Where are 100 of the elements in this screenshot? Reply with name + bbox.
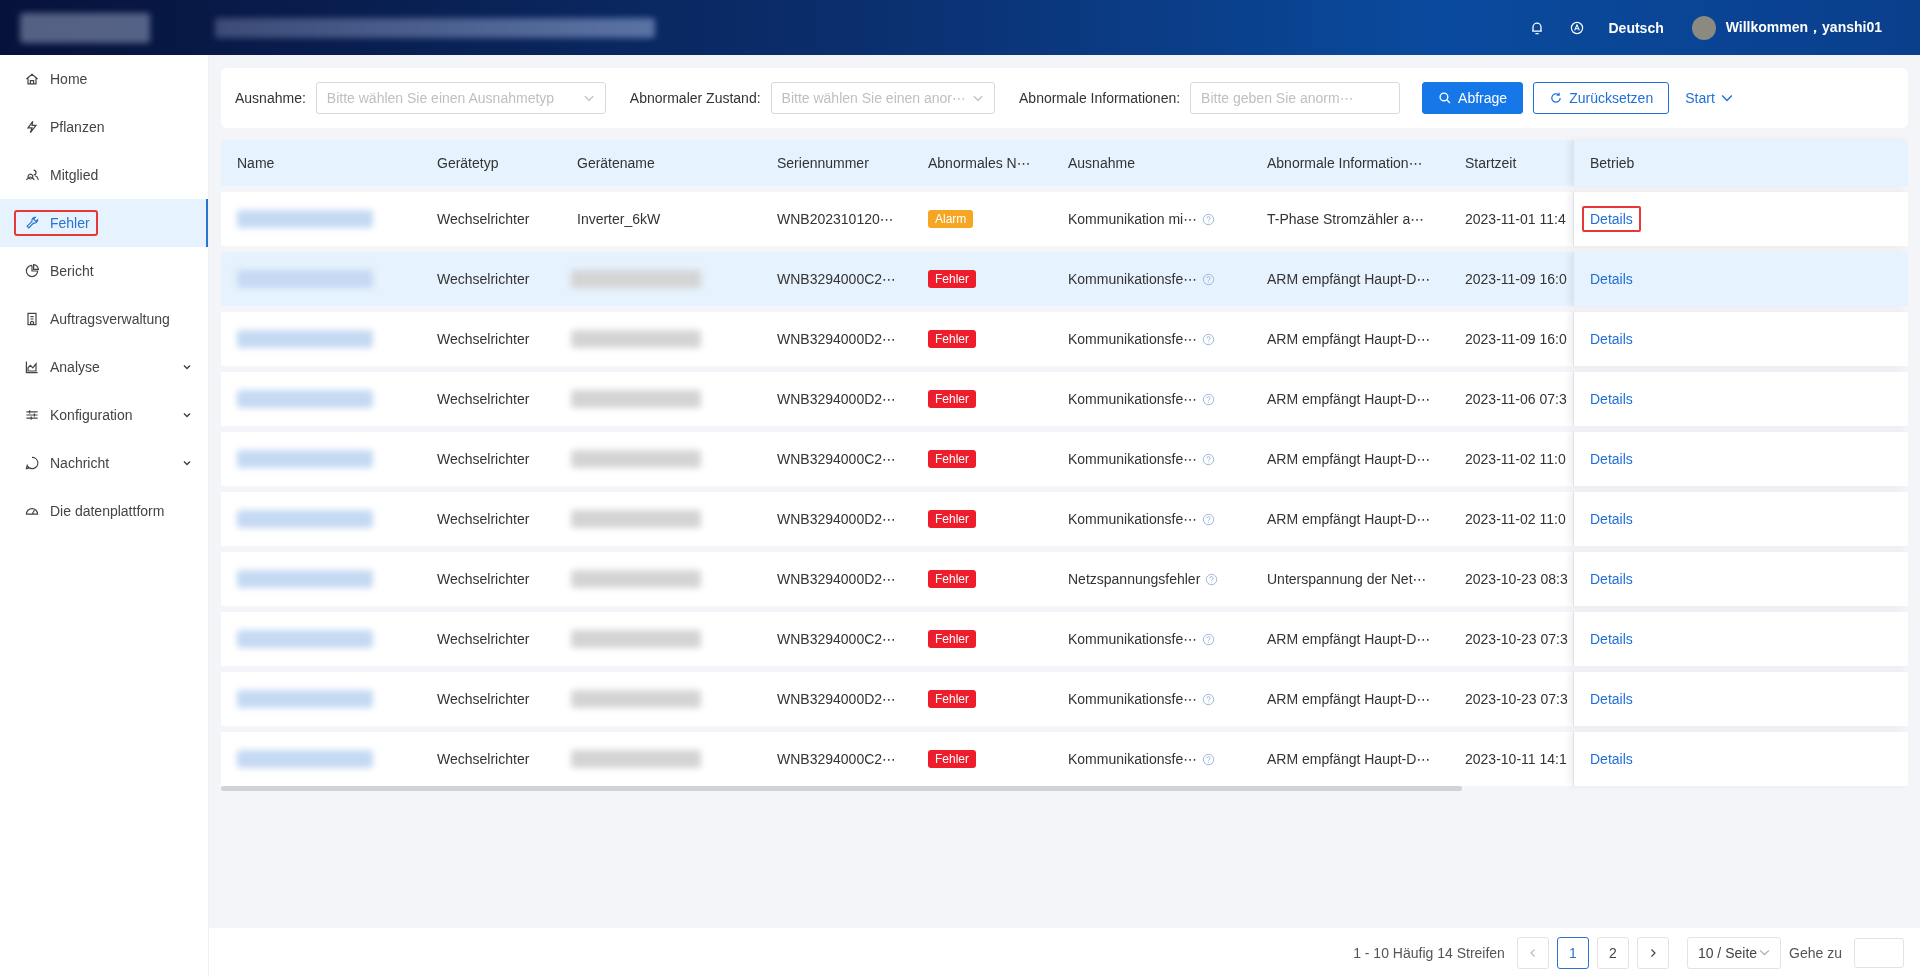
details-link[interactable]: Details [1582,566,1641,592]
reset-button[interactable]: Zurücksetzen [1533,82,1670,114]
help-icon[interactable] [1205,572,1219,586]
sidebar-item[interactable]: Die datenplattform [0,487,208,535]
sidebar-item[interactable]: Bericht [0,247,208,295]
page-button[interactable]: 2 [1596,936,1629,969]
table-cell: Kommunikationsfe⋯ [1068,751,1198,767]
help-icon[interactable] [1202,392,1216,406]
previous-page-button[interactable] [1516,936,1549,969]
status-tag: Fehler [928,750,976,768]
search-icon [1438,91,1453,105]
filter-label: Abnormale Informationen: [1019,90,1181,106]
details-link[interactable]: Details [1582,446,1641,472]
pagination-summary: 1 - 10 Häufig 14 Streifen [1353,944,1505,961]
table-cell-text: ARM empfängt Haupt-D⋯ [1266,331,1432,347]
help-icon[interactable] [1202,632,1216,646]
status-tag: Fehler [928,270,976,288]
help-icon[interactable] [1202,752,1216,766]
table-cell-text: T-Phase Stromzähler a⋯ [1266,211,1426,227]
sidebar-item[interactable]: Home [0,55,208,103]
reload-icon [1549,91,1564,105]
table-cell-text: Unterspannung der Net⋯ [1266,571,1428,587]
table-cell-text: 2023-11-09 16:0 [1464,331,1568,347]
table-cell-text: ARM empfängt Haupt-D⋯ [1266,631,1432,647]
avatar[interactable] [1691,15,1716,40]
input-field[interactable]: Bitte geben Sie anorm⋯ [1190,82,1401,114]
details-link[interactable]: Details [1582,626,1641,652]
sidebar-item[interactable]: Auftragsverwaltung [0,295,208,343]
table-cell-text: Wechselrichter [436,751,531,767]
goto-page-field[interactable] [1854,937,1904,968]
menu-label: Home [14,66,96,92]
menu-label: Fehler [14,210,98,236]
help-icon[interactable] [1202,272,1216,286]
status-tag: Fehler [928,570,976,588]
help-icon[interactable] [1202,512,1216,526]
status-tag: Fehler [928,630,976,648]
welcome-text: Willkommen，yanshi01 [1725,18,1882,37]
sidebar-item[interactable]: Fehler [0,199,208,247]
table-row[interactable]: Wechselrichter WNB3294000D2⋯ Fehler Kommunikationsfe⋯ ARM empfängt Haupt-D⋯ 2023-11-06 07:3 Details [221,372,1908,426]
help-icon[interactable] [1202,692,1216,706]
sidebar-item[interactable]: Nachricht [0,439,208,487]
table-row[interactable]: Wechselrichter Inverter_6kW WNB202310120⋯ Alarm Kommunikation mi⋯ T-Phase Stromzähler a⋯ 2023-11-01 11:4 Details [221,192,1908,246]
horizontal-scrollbar[interactable] [221,786,1462,791]
table-row[interactable]: Wechselrichter WNB3294000C2⋯ Fehler Kommunikationsfe⋯ ARM empfängt Haupt-D⋯ 2023-11-09 16:0 Details [221,252,1908,306]
page-size-select[interactable]: 10 / Seite [1686,936,1782,969]
details-link[interactable]: Details [1582,266,1641,292]
table-cell: Kommunikationsfe⋯ [1068,631,1198,647]
column-header: Betrieb [1573,140,1908,186]
sidebar-item[interactable]: Konfiguration [0,391,208,439]
details-link[interactable]: Details [1582,506,1641,532]
sidebar-item[interactable]: Pflanzen [0,103,208,151]
table-cell-text: 2023-10-11 14:1 [1464,751,1568,767]
details-link[interactable]: Details [1582,386,1641,412]
table-row[interactable]: Wechselrichter WNB3294000D2⋯ Fehler Kommunikationsfe⋯ ARM empfängt Haupt-D⋯ 2023-11-09 16:0 Details [221,312,1908,366]
table-cell-text: 2023-11-06 07:3 [1464,391,1568,407]
menu-label: Mitglied [14,162,107,188]
table-cell: Kommunikation mi⋯ [1068,211,1198,227]
table-cell-text: Wechselrichter [436,451,531,467]
table-cell: Kommunikationsfe⋯ [1068,511,1198,527]
table-cell-text: Wechselrichter [436,631,531,647]
table-cell-text: WNB3294000D2⋯ [776,571,898,587]
menu-icon [24,263,40,279]
column-header: Gerätetyp [436,155,500,171]
language-label[interactable]: Deutsch [1608,19,1664,36]
expand-link[interactable]: Start [1679,82,1739,114]
help-icon[interactable] [1202,452,1216,466]
table-row[interactable]: Wechselrichter WNB3294000C2⋯ Fehler Kommunikationsfe⋯ ARM empfängt Haupt-D⋯ 2023-10-23 07:3 Details [221,612,1908,666]
table-cell-text: ARM empfängt Haupt-D⋯ [1266,451,1432,467]
column-header: Startzeit [1464,155,1518,171]
help-icon[interactable] [1202,212,1216,226]
details-link[interactable]: Details [1582,326,1641,352]
sidebar-item[interactable]: Mitglied [0,151,208,199]
menu-label: Analyse [14,354,108,380]
table-row[interactable]: Wechselrichter WNB3294000C2⋯ Fehler Kommunikationsfe⋯ ARM empfängt Haupt-D⋯ 2023-11-02 11:0 Details [221,432,1908,486]
table-cell-text: WNB202310120⋯ [776,211,895,227]
filter-label: Ausnahme: [235,90,306,106]
table-cell-text: ARM empfängt Haupt-D⋯ [1266,691,1432,707]
table-row[interactable]: Wechselrichter WNB3294000D2⋯ Fehler Kommunikationsfe⋯ ARM empfängt Haupt-D⋯ 2023-11-02 11:0 Details [221,492,1908,546]
table-row[interactable]: Wechselrichter WNB3294000D2⋯ Fehler Kommunikationsfe⋯ ARM empfängt Haupt-D⋯ 2023-10-23 07:3 Details [221,672,1908,726]
next-page-button[interactable] [1636,936,1669,969]
table-cell: Kommunikationsfe⋯ [1068,331,1198,347]
details-link[interactable]: Details [1582,746,1641,772]
table-row[interactable]: Wechselrichter WNB3294000C2⋯ Fehler Kommunikationsfe⋯ ARM empfängt Haupt-D⋯ 2023-10-11 14:1 Details [221,732,1908,786]
table-row[interactable]: Wechselrichter WNB3294000D2⋯ Fehler Netzspannungsfehler Unterspannung der Net⋯ 2023-10-23 08:3 Details [221,552,1908,606]
language-icon[interactable] [1568,19,1585,36]
table-cell: Kommunikationsfe⋯ [1068,391,1198,407]
help-icon[interactable] [1202,332,1216,346]
table-cell-text: WNB3294000D2⋯ [776,511,898,527]
status-tag: Fehler [928,390,976,408]
sidebar-item[interactable]: Analyse [0,343,208,391]
table-cell-text: 2023-10-23 07:3 [1464,631,1569,647]
page-button[interactable]: 1 [1556,936,1589,969]
table-cell-text: ARM empfängt Haupt-D⋯ [1266,271,1432,287]
table-cell-text: 2023-11-09 16:0 [1464,271,1568,287]
search-button[interactable]: Abfrage [1422,82,1524,114]
column-header: Ausnahme [1067,155,1136,171]
details-link[interactable]: Details [1582,686,1641,712]
column-header: Gerätename [576,155,656,171]
menu-icon [24,71,40,87]
details-link[interactable]: Details [1582,206,1641,232]
